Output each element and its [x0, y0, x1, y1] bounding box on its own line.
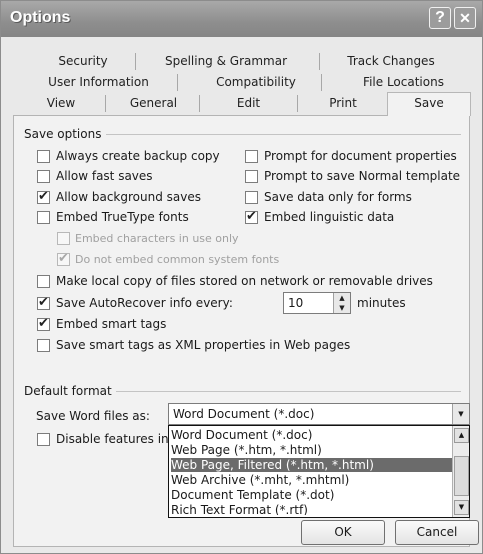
list-item[interactable]: Document Template (*.dot) — [171, 488, 453, 502]
save-forms-data-label: Save data only for forms — [264, 190, 412, 204]
smart-tags-xml-label: Save smart tags as XML properties in Web… — [56, 338, 351, 352]
embed-truetype-label: Embed TrueType fonts — [56, 210, 189, 224]
group-divider — [106, 134, 461, 135]
check-mark-icon: ✔ — [38, 295, 49, 310]
tab-separator — [135, 53, 136, 70]
save-forms-data-checkbox[interactable] — [245, 191, 258, 204]
tab-edit[interactable]: Edit — [206, 93, 291, 115]
check-mark-icon: ✔ — [38, 316, 49, 331]
help-button[interactable]: ? — [429, 7, 451, 29]
dropdown-arrow-icon[interactable]: ▼ — [452, 404, 469, 424]
disable-features-checkbox[interactable] — [37, 433, 50, 446]
prompt-normal-template-label: Prompt to save Normal template — [264, 169, 461, 183]
tab-user-information[interactable]: User Information — [31, 72, 166, 94]
embed-characters-label: Embed characters in use only — [75, 232, 239, 245]
save-options-group-label: Save options — [24, 127, 102, 141]
autorecover-spinner[interactable]: ▲ ▼ — [333, 293, 350, 313]
default-format-group-label: Default format — [24, 384, 112, 398]
list-item[interactable]: Web Page (*.htm, *.html) — [171, 443, 453, 457]
local-copy-checkbox[interactable] — [37, 275, 50, 288]
tab-separator — [199, 95, 200, 112]
tab-separator — [321, 74, 322, 91]
tab-separator — [319, 53, 320, 70]
tab-separator — [297, 95, 298, 112]
embed-characters-checkbox[interactable] — [57, 232, 70, 245]
embed-smart-tags-checkbox[interactable]: ✔ — [37, 316, 50, 331]
autorecover-label: Save AutoRecover info every: — [56, 296, 233, 310]
save-format-listbox[interactable]: Word Document (*.doc) Web Page (*.htm, *… — [168, 425, 470, 518]
check-mark-icon: ✔ — [58, 251, 69, 266]
tab-separator — [105, 95, 106, 112]
tab-spelling-grammar[interactable]: Spelling & Grammar — [141, 51, 311, 73]
tab-file-locations[interactable]: File Locations — [336, 72, 471, 94]
save-format-dropdown[interactable]: Word Document (*.doc) ▼ — [168, 403, 470, 425]
no-embed-system-fonts-label: Do not embed common system fonts — [75, 253, 280, 266]
prompt-properties-checkbox[interactable] — [245, 150, 258, 163]
no-embed-system-fonts-checkbox[interactable]: ✔ — [57, 251, 70, 266]
autorecover-minutes-value: 10 — [288, 296, 304, 310]
spin-down-icon[interactable]: ▼ — [334, 303, 350, 313]
list-item[interactable]: Word Document (*.doc) — [171, 428, 453, 442]
ok-button[interactable]: OK — [301, 520, 385, 545]
title-bar[interactable]: Options ? ✕ — [1, 1, 482, 37]
embed-linguistic-label: Embed linguistic data — [264, 210, 395, 224]
embed-smart-tags-label: Embed smart tags — [56, 317, 167, 331]
prompt-properties-label: Prompt for document properties — [264, 149, 457, 163]
close-button[interactable]: ✕ — [454, 7, 476, 29]
tab-general[interactable]: General — [111, 93, 196, 115]
check-mark-icon: ✔ — [38, 189, 49, 204]
scroll-thumb[interactable] — [454, 456, 469, 496]
autorecover-unit-label: minutes — [357, 296, 406, 310]
group-divider — [116, 391, 461, 392]
embed-truetype-checkbox[interactable] — [37, 211, 50, 224]
check-mark-icon: ✔ — [246, 209, 257, 224]
autorecover-minutes-input[interactable]: 10 ▲ ▼ — [283, 292, 351, 314]
backup-copy-checkbox[interactable] — [37, 150, 50, 163]
save-word-files-label: Save Word files as: — [36, 409, 150, 423]
save-format-selected: Word Document (*.doc) — [173, 407, 315, 421]
local-copy-label: Make local copy of files stored on netwo… — [56, 274, 433, 288]
fast-saves-checkbox[interactable] — [37, 170, 50, 183]
embed-linguistic-checkbox[interactable]: ✔ — [245, 209, 258, 224]
options-dialog: Options ? ✕ Security Spelling & Grammar … — [0, 0, 483, 554]
backup-copy-label: Always create backup copy — [56, 149, 220, 163]
list-scrollbar[interactable]: ▲ ▼ — [452, 426, 469, 517]
tab-print[interactable]: Print — [303, 93, 383, 115]
scroll-down-icon[interactable]: ▼ — [454, 500, 469, 515]
list-item[interactable]: Web Archive (*.mht, *.mhtml) — [171, 473, 453, 487]
prompt-normal-template-checkbox[interactable] — [245, 170, 258, 183]
fast-saves-label: Allow fast saves — [56, 169, 153, 183]
background-saves-label: Allow background saves — [56, 190, 201, 204]
spin-up-icon[interactable]: ▲ — [334, 293, 350, 303]
window-title: Options — [10, 9, 71, 26]
autorecover-checkbox[interactable]: ✔ — [37, 295, 50, 310]
background-saves-checkbox[interactable]: ✔ — [37, 189, 50, 204]
tab-track-changes[interactable]: Track Changes — [326, 51, 456, 73]
tab-view[interactable]: View — [26, 93, 96, 115]
tab-security[interactable]: Security — [33, 51, 133, 73]
tab-compatibility[interactable]: Compatibility — [186, 72, 326, 94]
list-item[interactable]: Rich Text Format (*.rtf) — [171, 503, 453, 515]
cancel-button[interactable]: Cancel — [395, 520, 479, 545]
tab-separator — [177, 74, 178, 91]
scroll-up-icon[interactable]: ▲ — [454, 428, 469, 443]
smart-tags-xml-checkbox[interactable] — [37, 339, 50, 352]
tab-save[interactable]: Save — [387, 92, 471, 116]
disable-features-label: Disable features intr — [56, 432, 179, 446]
list-item-highlighted[interactable]: Web Page, Filtered (*.htm, *.html) — [171, 458, 453, 472]
